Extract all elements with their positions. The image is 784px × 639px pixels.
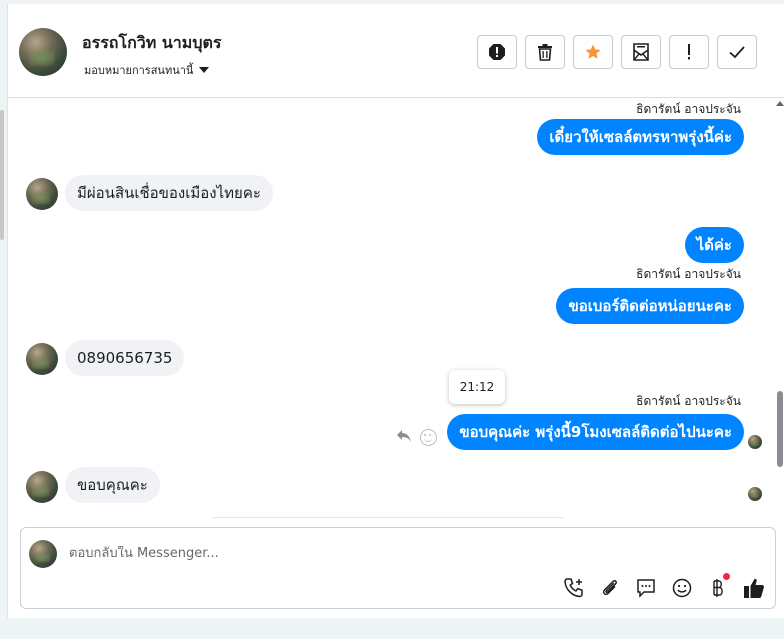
incoming-message[interactable]: มีผ่อนสินเชื่อของเมืองไทยคะ [65,175,273,211]
sender-name: ธิดารัตน์ อาจประจัน [636,394,741,408]
avatar[interactable] [26,471,58,503]
assign-label: มอบหมายการสนทนานี้ [84,64,194,77]
seen-avatar [748,435,762,449]
timestamp-tooltip: 21:12 [449,370,505,404]
spam-icon [489,44,505,60]
emoji-button[interactable] [670,576,694,600]
avatar[interactable] [19,28,67,76]
trash-icon [538,44,552,61]
chat-scrollbar[interactable] [775,99,784,519]
star-icon [585,44,601,59]
contact-name[interactable]: อรรถโกวิท นามบุตร [82,31,221,56]
mark-unread-icon [633,43,649,61]
conversation-header: อรรถโกวิท นามบุตร มอบหมายการสนทนานี้ [8,4,784,98]
payment-button[interactable] [706,573,730,600]
divider [213,517,563,518]
scroll-up-arrow-icon[interactable] [776,101,784,106]
attach-button[interactable] [598,576,622,600]
reply-input[interactable] [69,546,669,561]
spam-button[interactable] [477,35,517,69]
scroll-thumb[interactable] [777,391,783,467]
message-list[interactable]: ธิดารัตน์ อาจประจัน เดี๋ยวให้เซลล์ตทรหาพ… [8,99,784,519]
reply-composer [20,527,776,609]
thumbs-up-icon [744,578,764,598]
outgoing-message[interactable]: ได้ค่ะ [684,227,744,263]
call-button[interactable] [562,576,586,600]
phone-plus-icon [564,578,583,598]
mark-unread-button[interactable] [621,35,661,69]
outgoing-message[interactable]: ขอเบอร์ติดต่อหน่อยนะคะ [556,288,744,324]
notification-dot [723,573,730,580]
like-button[interactable] [742,576,766,600]
outgoing-message[interactable]: เดี๋ยวให้เซลล์ตทรหาพรุ่งนี้ค่ะ [537,119,744,155]
saved-replies-button[interactable] [634,576,658,600]
important-button[interactable] [669,35,709,69]
chat-bubble-icon [637,579,655,598]
incoming-message[interactable]: ขอบคุณคะ [65,467,160,503]
avatar[interactable] [26,343,58,375]
done-button[interactable] [717,35,757,69]
sender-name: ธิดารัตน์ อาจประจัน [636,267,741,281]
star-button[interactable] [573,35,613,69]
outer-scrollbar[interactable] [0,110,4,240]
outgoing-message[interactable]: ขอบคุณค่ะ พรุ่งนี้9โมงเซลล์ติดต่อไปนะคะ [447,414,744,450]
paperclip-icon [602,580,617,596]
caret-down-icon [199,67,210,73]
reply-icon[interactable] [396,429,412,447]
assign-conversation-dropdown[interactable]: มอบหมายการสนทนานี้ [84,61,210,79]
emoji-reaction-icon[interactable] [420,429,437,446]
important-icon [688,44,690,60]
incoming-message[interactable]: 0890656735 [65,340,185,376]
sender-name: ธิดารัตน์ อาจประจัน [636,102,741,116]
baht-icon [713,579,723,597]
seen-avatar [748,487,762,501]
delete-button[interactable] [525,35,565,69]
conversation-panel: อรรถโกวิท นามบุตร มอบหมายการสนทนานี้ ธิด… [7,4,784,618]
done-icon [729,46,745,59]
avatar[interactable] [26,178,58,210]
smiley-icon [672,578,692,598]
avatar [29,540,57,568]
